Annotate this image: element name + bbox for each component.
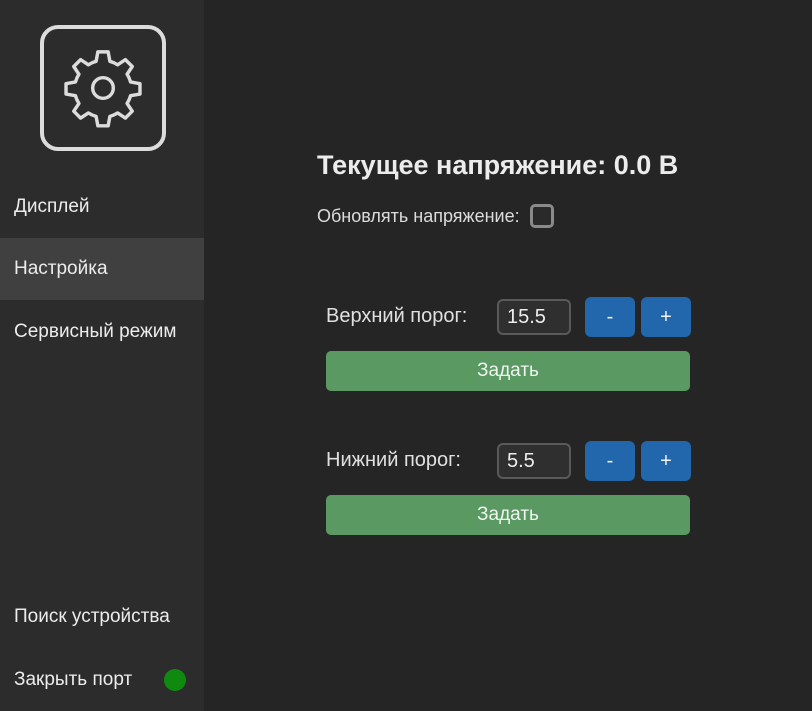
port-status-indicator <box>164 669 186 691</box>
upper-increment-button[interactable]: + <box>641 297 691 337</box>
search-device-button[interactable]: Поиск устройства <box>0 586 204 648</box>
sidebar-item-service-mode[interactable]: Сервисный режим <box>0 301 204 363</box>
app-window: Дисплей Настройка Сервисный режим Поиск … <box>0 0 812 711</box>
lower-increment-button[interactable]: + <box>641 441 691 481</box>
gear-icon <box>64 50 142 128</box>
update-voltage-row: Обновлять напряжение: <box>317 201 554 231</box>
app-logo <box>40 25 166 151</box>
search-device-label: Поиск устройства <box>14 606 170 627</box>
close-port-button[interactable]: Закрыть порт <box>0 649 204 711</box>
upper-threshold-input[interactable] <box>497 299 571 335</box>
sidebar-item-label: Дисплей <box>14 196 90 217</box>
upper-decrement-button[interactable]: - <box>585 297 635 337</box>
sidebar-item-display[interactable]: Дисплей <box>0 176 204 238</box>
lower-set-button[interactable]: Задать <box>326 495 690 535</box>
lower-threshold-input[interactable] <box>497 443 571 479</box>
update-voltage-label: Обновлять напряжение: <box>317 205 520 226</box>
update-voltage-checkbox[interactable] <box>529 204 554 228</box>
upper-set-button[interactable]: Задать <box>326 351 690 391</box>
upper-threshold-label: Верхний порог: <box>326 305 468 327</box>
sidebar-item-settings[interactable]: Настройка <box>0 238 204 300</box>
lower-threshold-label: Нижний порог: <box>326 449 461 471</box>
close-port-label: Закрыть порт <box>14 669 133 690</box>
lower-decrement-button[interactable]: - <box>585 441 635 481</box>
sidebar-item-label: Настройка <box>14 258 108 279</box>
sidebar: Дисплей Настройка Сервисный режим Поиск … <box>0 0 204 711</box>
sidebar-item-label: Сервисный режим <box>14 321 177 342</box>
current-voltage-title: Текущее напряжение: 0.0 В <box>317 150 679 180</box>
